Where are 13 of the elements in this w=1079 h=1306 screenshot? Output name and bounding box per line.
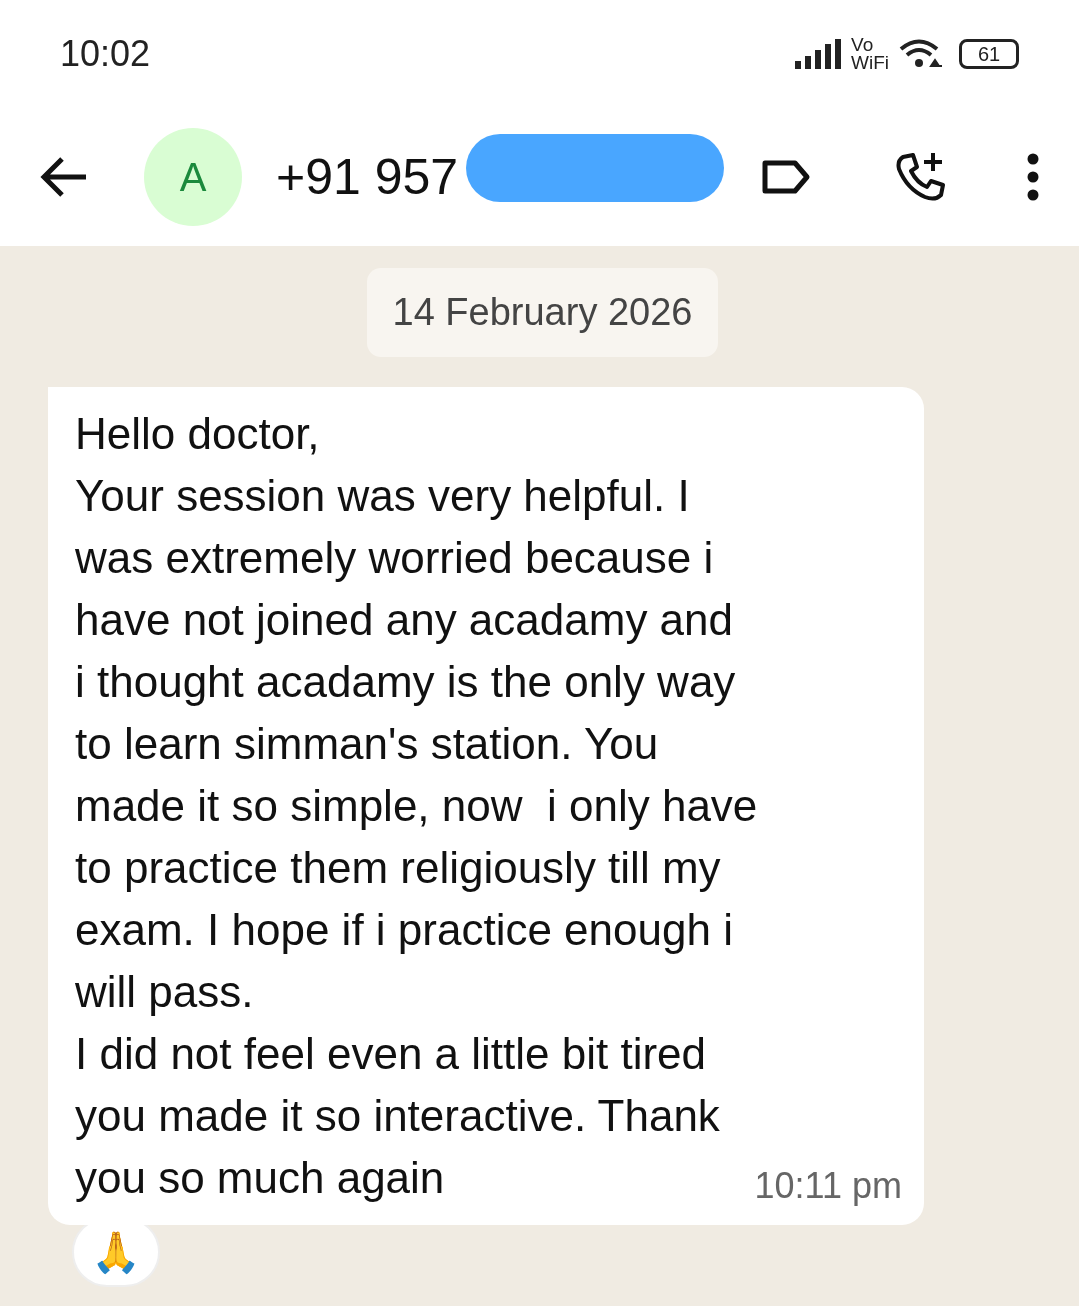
status-time: 10:02 xyxy=(60,32,151,76)
add-call-icon[interactable] xyxy=(895,151,947,203)
battery-indicator: 61 xyxy=(959,39,1019,69)
date-chip: 14 February 2026 xyxy=(366,268,719,357)
more-options-icon[interactable] xyxy=(1027,153,1039,201)
network-label: Vo xyxy=(851,36,875,54)
signal-icon xyxy=(795,39,841,69)
contact-avatar[interactable]: A xyxy=(144,128,242,226)
back-arrow-icon[interactable] xyxy=(40,157,88,197)
network-label: WiFi xyxy=(851,54,889,72)
label-icon[interactable] xyxy=(761,159,811,195)
wifi-icon xyxy=(899,38,943,70)
contact-number[interactable]: +91 957 xyxy=(276,139,459,215)
